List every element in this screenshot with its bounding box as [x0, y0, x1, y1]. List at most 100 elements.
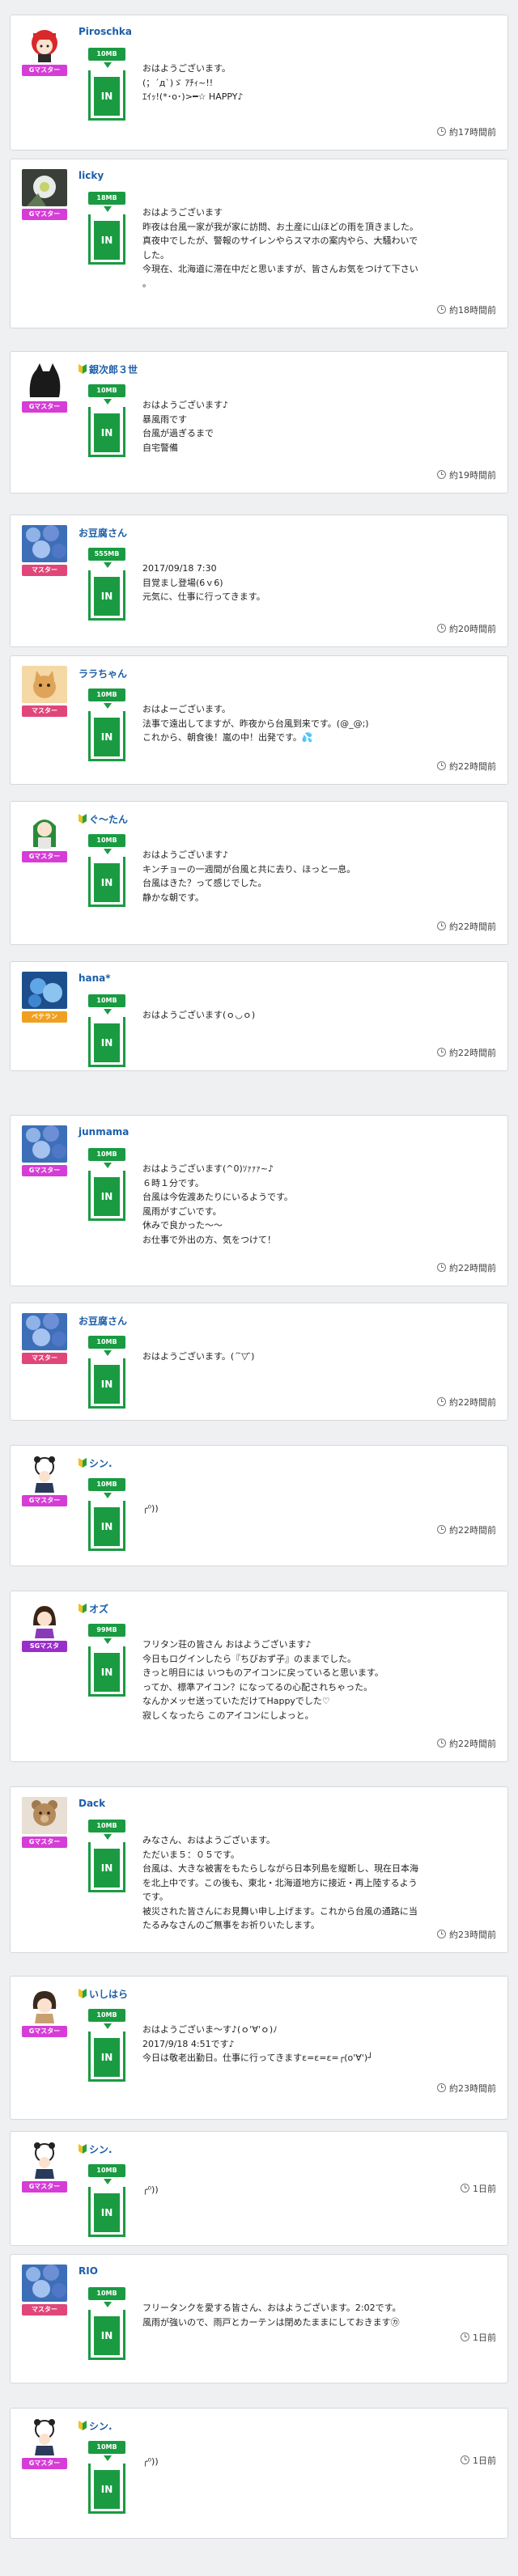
- fox-silhouette-avatar-icon[interactable]: [22, 362, 67, 399]
- in-button[interactable]: IN: [88, 1358, 125, 1409]
- username-link[interactable]: シン.: [79, 1456, 113, 1470]
- timestamp-text: 約23時間前: [449, 2083, 496, 2094]
- clock-icon: [437, 1525, 446, 1534]
- post-card: Gマスター シン. 10MB IN ╭⁰)) 1日前: [10, 2131, 508, 2246]
- hydrangea-photo-avatar-icon[interactable]: [22, 2265, 67, 2302]
- post-card: Gマスター いしはら 10MB IN おはようございま～す♪(ｏ'∀'ｏ)ﾉ 2…: [10, 1976, 508, 2120]
- rank-badge: マスター: [22, 2304, 67, 2315]
- in-button[interactable]: IN: [88, 407, 125, 457]
- username-text: いしはら: [89, 1989, 129, 2000]
- panda-boy-avatar-icon[interactable]: [22, 1455, 67, 1493]
- post-line: 昨夜は台風一家が我が家に訪問、お土産に山ほどの雨を頂きました。: [142, 221, 418, 232]
- down-arrow-icon: [104, 1009, 112, 1015]
- in-button[interactable]: IN: [88, 2310, 125, 2360]
- rank-badge: Gマスター: [22, 209, 67, 220]
- post-timestamp: 1日前: [461, 2331, 496, 2344]
- clock-icon: [437, 127, 446, 136]
- in-button[interactable]: IN: [88, 1646, 125, 1697]
- in-button[interactable]: IN: [88, 711, 125, 761]
- in-button[interactable]: IN: [88, 214, 125, 265]
- in-button[interactable]: IN: [88, 1842, 125, 1892]
- username-link[interactable]: Piroschka: [79, 26, 132, 37]
- down-arrow-icon: [104, 1493, 112, 1498]
- username-link[interactable]: licky: [79, 170, 104, 181]
- rank-badge: Gマスター: [22, 2026, 67, 2037]
- post-line: 今日は敬老出勤日。仕事に行ってきますε=ε=ε=┌(o'∀')┘: [142, 2053, 373, 2063]
- in-button[interactable]: IN: [88, 1501, 125, 1551]
- flower-photo-avatar-icon[interactable]: [22, 169, 67, 206]
- hydrangea-photo-avatar-icon[interactable]: [22, 1125, 67, 1163]
- in-button[interactable]: IN: [88, 2464, 125, 2514]
- in-button[interactable]: IN: [88, 1171, 125, 1221]
- in-button[interactable]: IN: [88, 1017, 125, 1067]
- size-badge: 10MB: [88, 834, 125, 847]
- username-link[interactable]: ぐ〜たん: [79, 812, 128, 826]
- anime-boy-avatar-icon[interactable]: [22, 1986, 67, 2023]
- username-link[interactable]: ララちゃん: [79, 667, 127, 680]
- username-text: シン.: [89, 2144, 113, 2155]
- username-link[interactable]: junmama: [79, 1126, 129, 1138]
- panda-boy-avatar-icon[interactable]: [22, 2142, 67, 2179]
- username-link[interactable]: お豆腐さん: [79, 1314, 127, 1328]
- post-line: これから、朝食後！嵐の中！出発です。💦: [142, 732, 313, 743]
- in-button[interactable]: IN: [88, 2032, 125, 2082]
- username-link[interactable]: Dack: [79, 1798, 105, 1809]
- green-hair-girl-avatar-icon[interactable]: [22, 811, 67, 849]
- anime-girl-avatar-icon[interactable]: [22, 25, 67, 62]
- username-text: シン.: [89, 1458, 113, 1469]
- size-badge: 10MB: [88, 1336, 125, 1349]
- post-body: フリタン荘の皆さん おはようございます♪ 今日もログインしたら『ちびおず子』のま…: [142, 1638, 490, 1722]
- post-line: 風雨がすごいです。: [142, 1205, 222, 1217]
- post-line: フリタン荘の皆さん おはようございます♪: [142, 1639, 312, 1650]
- in-button[interactable]: IN: [88, 857, 125, 907]
- username-link[interactable]: シン.: [79, 2142, 113, 2156]
- post-card: Gマスター licky 18MB IN おはようございます 昨夜は台風一家が我が…: [10, 159, 508, 328]
- timestamp-text: 約22時間前: [449, 761, 496, 772]
- username-link[interactable]: シン.: [79, 2419, 113, 2433]
- size-badge: 10MB: [88, 2287, 125, 2300]
- post-line: ╭⁰)): [142, 1503, 159, 1514]
- username-link[interactable]: いしはら: [79, 1987, 128, 2001]
- in-button[interactable]: IN: [88, 570, 125, 621]
- post-line: した。: [142, 249, 169, 261]
- post-line: きっと明日には いつものアイコンに戻っていると思います。: [142, 1667, 384, 1678]
- in-label: IN: [94, 577, 120, 616]
- username-link[interactable]: 銀次郎３世: [79, 362, 138, 376]
- username-link[interactable]: オズ: [79, 1602, 108, 1616]
- clock-icon: [437, 1739, 446, 1748]
- timestamp-text: 約22時間前: [449, 1739, 496, 1749]
- post-body: おはようございます(ｏ◡ｏ): [142, 1008, 490, 1023]
- down-arrow-icon: [104, 1163, 112, 1168]
- timestamp-text: 約19時間前: [449, 470, 496, 481]
- post-body: おはようございます 昨夜は台風一家が我が家に訪問、お土産に山ほどの雨を頂きました…: [142, 205, 490, 290]
- in-label: IN: [94, 2470, 120, 2509]
- username-text: オズ: [89, 1604, 109, 1615]
- username-link[interactable]: お豆腐さん: [79, 526, 127, 540]
- username-text: Dack: [79, 1798, 106, 1809]
- post-timestamp: 約22時間前: [437, 1523, 496, 1536]
- post-line: キンチョーの一週間が台風と共に去り、ほっと一息。: [142, 863, 356, 875]
- post-line: おはよーございます。: [142, 704, 231, 714]
- hydrangea-photo-avatar-icon[interactable]: [22, 525, 67, 562]
- clock-icon: [461, 2184, 469, 2193]
- post-line: 台風は、大きな被害をもたらしながら日本列島を縦断し、現在日本海: [142, 1863, 418, 1874]
- rank-badge: Gマスター: [22, 2181, 67, 2193]
- teddy-bear-avatar-icon[interactable]: [22, 1797, 67, 1834]
- panda-boy-avatar-icon[interactable]: [22, 2418, 67, 2455]
- hydrangea-photo-avatar-icon[interactable]: [22, 1313, 67, 1350]
- down-arrow-icon: [104, 206, 112, 212]
- in-button[interactable]: IN: [88, 70, 125, 121]
- post-line: 台風はきた？って感じでした。: [142, 878, 267, 888]
- blue-flower-avatar-icon[interactable]: [22, 972, 67, 1009]
- post-timestamp: 1日前: [461, 2454, 496, 2467]
- post-line: ｴｲｯ!(*･o･)>━☆ HAPPY♪: [142, 91, 244, 102]
- post-timestamp: 約22時間前: [437, 760, 496, 773]
- username-link[interactable]: hana*: [79, 972, 111, 984]
- username-text: hana*: [79, 972, 111, 984]
- girl-purple-avatar-icon[interactable]: [22, 1601, 67, 1638]
- timestamp-text: 約22時間前: [449, 922, 496, 932]
- in-button[interactable]: IN: [88, 2187, 125, 2237]
- cat-photo-avatar-icon[interactable]: [22, 666, 67, 703]
- username-link[interactable]: RIO: [79, 2265, 98, 2277]
- username-text: お豆腐さん: [79, 527, 128, 539]
